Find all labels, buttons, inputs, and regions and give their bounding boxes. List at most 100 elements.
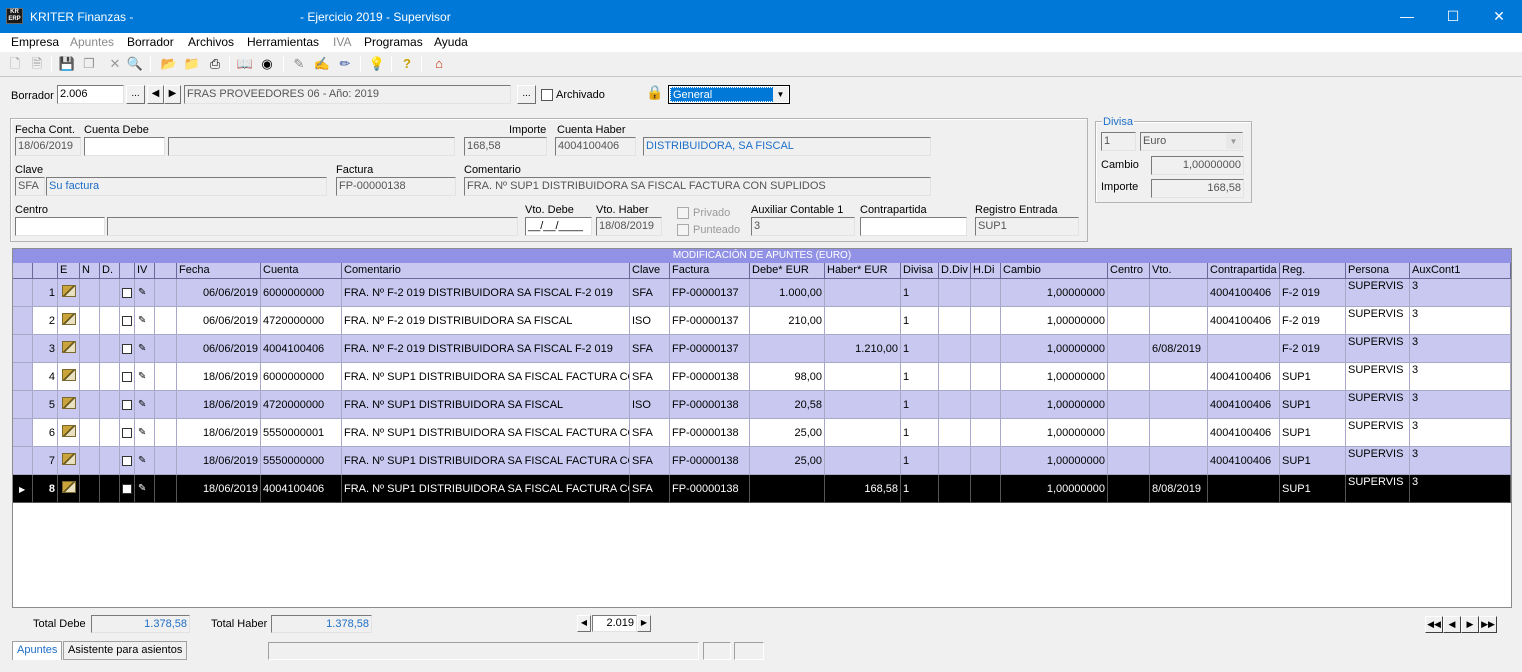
cell-e[interactable] [58, 335, 80, 363]
punteado-checkbox[interactable] [677, 224, 689, 236]
menu-borrador[interactable]: Borrador [127, 35, 174, 49]
cell-check[interactable] [120, 307, 135, 335]
grid-header-col-hdi[interactable]: H.Di [971, 263, 1001, 279]
grid-header-col-check[interactable] [120, 263, 135, 279]
cell-divisa[interactable]: 1 [901, 419, 939, 447]
grid-header-col-reg[interactable]: Reg. [1280, 263, 1346, 279]
cell-n[interactable] [80, 447, 100, 475]
archivado-checkbox[interactable] [541, 89, 553, 101]
grid-header-row-number-col[interactable] [33, 263, 58, 279]
cell-n[interactable] [80, 391, 100, 419]
cell-centro[interactable] [1108, 419, 1150, 447]
cell-n[interactable] [80, 475, 100, 503]
cell-haber[interactable]: 1.210,00 [825, 335, 901, 363]
cuenta-debe-field[interactable] [84, 137, 165, 156]
cell-comentario[interactable]: FRA. Nº SUP1 DISTRIBUIDORA SA FISCAL FAC… [342, 419, 630, 447]
cell-check[interactable] [120, 447, 135, 475]
cell-contrapartida[interactable]: 4004100406 [1208, 279, 1280, 307]
centro-field[interactable] [15, 217, 105, 236]
grid-header-col-persona[interactable]: Persona [1346, 263, 1410, 279]
cell-cambio[interactable]: 1,00000000 [1001, 447, 1108, 475]
contrapartida-field[interactable] [860, 217, 967, 236]
cell-clave[interactable]: ISO [630, 391, 670, 419]
cell-divisa[interactable]: 1 [901, 335, 939, 363]
divisa-importe-field[interactable]: 168,58 [1151, 179, 1244, 198]
cell-contrapartida[interactable]: 4004100406 [1208, 363, 1280, 391]
cell-centro[interactable] [1108, 447, 1150, 475]
cell-haber[interactable] [825, 391, 901, 419]
cell-factura[interactable]: FP-00000137 [670, 335, 750, 363]
save-icon[interactable]: 💾 [58, 55, 76, 73]
cell-check[interactable] [120, 391, 135, 419]
cell-auxcont1[interactable]: 3 [1410, 391, 1511, 419]
pen-edit-icon[interactable]: ✍ [313, 55, 331, 73]
cell-fecha[interactable]: 18/06/2019 [177, 391, 261, 419]
cell-check[interactable] [120, 279, 135, 307]
cell-d[interactable] [100, 475, 120, 503]
cell-hdi[interactable] [971, 391, 1001, 419]
cell-divisa[interactable]: 1 [901, 363, 939, 391]
maximize-button[interactable]: ☐ [1430, 0, 1476, 33]
menu-iva[interactable]: IVA [333, 35, 351, 49]
cell-d[interactable] [100, 447, 120, 475]
book-icon[interactable]: 📖 [236, 55, 254, 73]
cell-factura[interactable]: FP-00000138 [670, 475, 750, 503]
grid-header-col-ddiv[interactable]: D.Div [939, 263, 971, 279]
edit-entry-icon[interactable] [62, 369, 76, 381]
cell-row-indicator-col[interactable] [13, 363, 33, 391]
cell-debe[interactable]: 98,00 [750, 363, 825, 391]
cell-contrapartida[interactable] [1208, 335, 1280, 363]
cell-reg[interactable]: SUP1 [1280, 419, 1346, 447]
cell-debe[interactable]: 25,00 [750, 419, 825, 447]
cell-vto[interactable]: 6/08/2019 [1150, 335, 1208, 363]
grid-header-col-comentario[interactable]: Comentario [342, 263, 630, 279]
edit-entry-icon[interactable] [62, 481, 76, 493]
cell-cuenta[interactable]: 4004100406 [261, 335, 342, 363]
cell-ddiv[interactable] [939, 391, 971, 419]
year-field[interactable]: 2.019 [592, 615, 637, 632]
cell-ddiv[interactable] [939, 447, 971, 475]
cell-iv[interactable]: ✎ [135, 475, 155, 503]
cell-divisa[interactable]: 1 [901, 475, 939, 503]
cell-hdi[interactable] [971, 279, 1001, 307]
delete-icon[interactable]: ✕ [106, 55, 124, 73]
cell-row-number-col[interactable]: 7 [33, 447, 58, 475]
cell-auxcont1[interactable]: 3 [1410, 279, 1511, 307]
cell-hdi[interactable] [971, 307, 1001, 335]
cell-check[interactable] [120, 363, 135, 391]
cell-iv[interactable]: ✎ [135, 447, 155, 475]
cell-cambio[interactable]: 1,00000000 [1001, 475, 1108, 503]
menu-apuntes[interactable]: Apuntes [70, 35, 114, 49]
last-record-button[interactable]: ▶▶ [1479, 616, 1497, 633]
grid-header-col-d[interactable]: D. [100, 263, 120, 279]
cell-contrapartida[interactable]: 4004100406 [1208, 391, 1280, 419]
description-lookup-button[interactable]: ... [517, 85, 536, 104]
grid-header-col-cambio[interactable]: Cambio [1001, 263, 1108, 279]
cell-vto[interactable] [1150, 279, 1208, 307]
grid-header-col-spacer[interactable] [155, 263, 177, 279]
cell-row-indicator-col[interactable] [13, 279, 33, 307]
iva-pen-icon[interactable]: ✎ [138, 343, 146, 354]
cell-n[interactable] [80, 307, 100, 335]
cell-reg[interactable]: SUP1 [1280, 447, 1346, 475]
cell-debe[interactable]: 1.000,00 [750, 279, 825, 307]
first-record-button[interactable]: ◀◀ [1425, 616, 1443, 633]
cell-fecha[interactable]: 18/06/2019 [177, 363, 261, 391]
iva-pen-icon[interactable]: ✎ [138, 399, 146, 410]
row-checkbox[interactable] [122, 400, 132, 410]
vto-haber-field[interactable]: 18/08/2019 [596, 217, 662, 236]
grid-header-col-iv[interactable]: IV [135, 263, 155, 279]
cell-clave[interactable]: ISO [630, 307, 670, 335]
cell-persona[interactable]: SUPERVIS [1346, 475, 1410, 503]
cell-divisa[interactable]: 1 [901, 279, 939, 307]
menu-ayuda[interactable]: Ayuda [434, 35, 468, 49]
cell-auxcont1[interactable]: 3 [1410, 307, 1511, 335]
cell-check[interactable] [120, 419, 135, 447]
pen-multi-icon[interactable]: ✏ [336, 55, 354, 73]
print-icon[interactable]: ⎙ [206, 55, 224, 73]
registro-field[interactable]: SUP1 [975, 217, 1079, 236]
cell-d[interactable] [100, 307, 120, 335]
cell-haber[interactable] [825, 419, 901, 447]
edit-entry-icon[interactable] [62, 453, 76, 465]
grid-header-col-divisa[interactable]: Divisa [901, 263, 939, 279]
